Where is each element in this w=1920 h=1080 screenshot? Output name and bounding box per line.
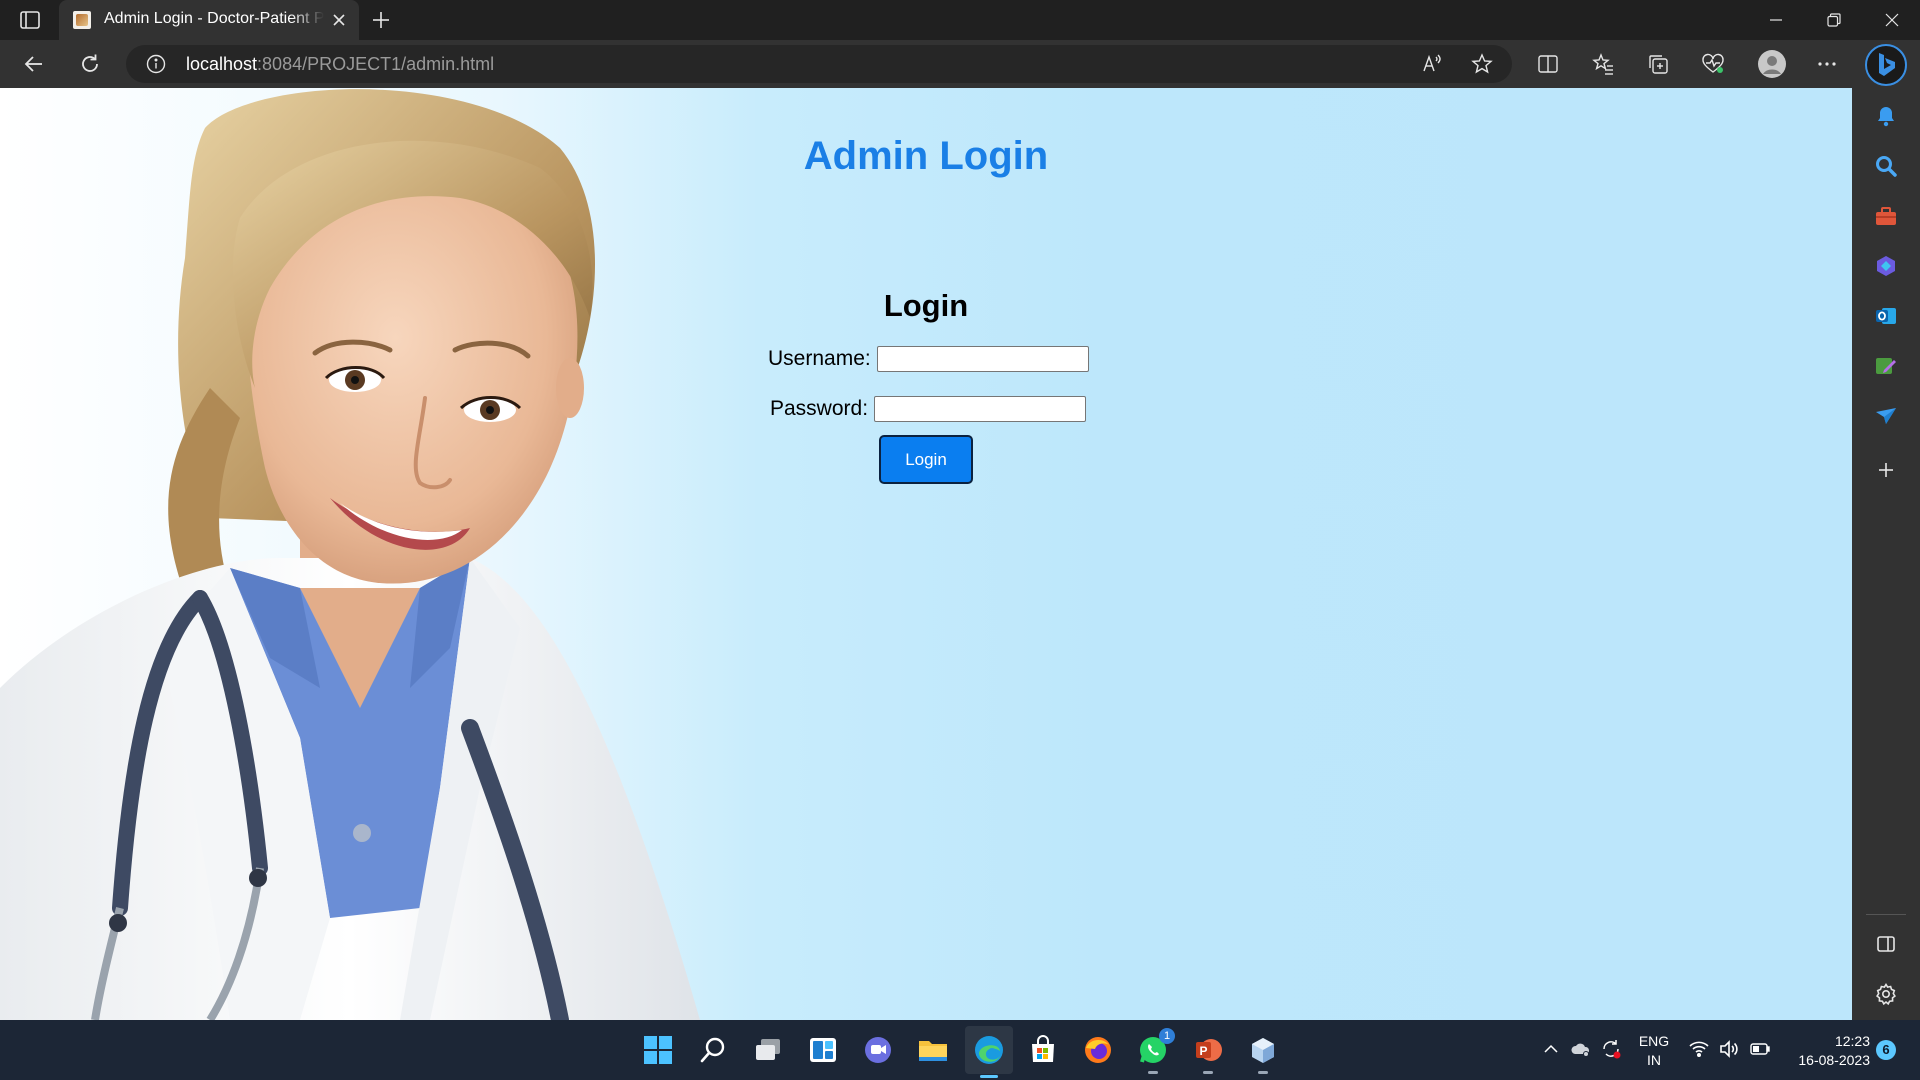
system-clock[interactable]: 12:23 16-08-2023 (1780, 1032, 1870, 1070)
password-row: Password: (770, 396, 1087, 422)
whatsapp-icon[interactable]: 1 (1135, 1028, 1175, 1074)
add-sidebar-app-icon[interactable] (1874, 458, 1898, 482)
more-menu-icon[interactable] (1813, 50, 1841, 78)
page-viewport: Admin Login Login Username: Password: Lo… (0, 88, 1852, 1020)
virtualbox-running-indicator (1258, 1071, 1268, 1074)
onedrive-cloud-icon[interactable] (1570, 1038, 1592, 1060)
browser-essentials-icon[interactable] (1699, 50, 1727, 78)
whatsapp-unread-badge: 1 (1159, 1028, 1175, 1044)
svg-text:P: P (1200, 1044, 1208, 1058)
wifi-icon[interactable] (1688, 1038, 1710, 1060)
username-row: Username: (768, 346, 1089, 372)
login-form-heading: Login (883, 288, 969, 323)
powerpoint-running-indicator (1203, 1071, 1213, 1074)
login-button[interactable]: Login (879, 435, 973, 484)
teams-chat-icon[interactable] (860, 1032, 896, 1068)
games-icon[interactable] (1874, 254, 1898, 278)
browser-tab-active[interactable]: Admin Login - Doctor-Patient Portal (59, 0, 359, 40)
close-window-icon[interactable] (1864, 0, 1920, 40)
clock-time: 12:23 (1834, 1033, 1870, 1049)
drop-edit-icon[interactable] (1874, 354, 1898, 378)
taskbar-search-icon[interactable] (695, 1032, 731, 1068)
refresh-icon[interactable] (76, 50, 104, 78)
back-icon[interactable] (20, 50, 48, 78)
tab-title: Admin Login - Doctor-Patient Portal (104, 10, 324, 27)
split-screen-icon[interactable] (1534, 50, 1562, 78)
bing-copilot-icon[interactable] (1865, 44, 1907, 86)
sidebar-settings-gear-icon[interactable] (1874, 982, 1898, 1006)
language-region: IN (1647, 1052, 1661, 1068)
send-plane-icon[interactable] (1874, 404, 1898, 428)
url-text: localhost:8084/PROJECT1/admin.html (186, 54, 494, 75)
password-label: Password: (770, 397, 869, 420)
whatsapp-running-indicator (1148, 1071, 1158, 1074)
favorites-icon[interactable] (1589, 50, 1617, 78)
page-title: Admin Login (803, 134, 1049, 178)
show-hidden-icons-chevron-icon[interactable] (1540, 1038, 1562, 1060)
notifications-bell-icon[interactable] (1874, 104, 1898, 128)
read-aloud-icon[interactable] (1418, 50, 1446, 78)
language-code: ENG (1638, 1033, 1670, 1049)
powerpoint-icon[interactable]: P (1190, 1032, 1226, 1074)
password-input[interactable] (874, 396, 1087, 422)
username-input[interactable] (876, 346, 1089, 372)
battery-icon[interactable] (1749, 1038, 1771, 1060)
virtualbox-cube-icon[interactable] (1245, 1032, 1281, 1074)
sidebar-divider (1866, 914, 1906, 915)
minimize-icon[interactable] (1748, 0, 1804, 40)
microsoft-store-icon[interactable] (1025, 1032, 1061, 1068)
doctor-photo-image (0, 89, 700, 1020)
url-path: :8084/PROJECT1/admin.html (257, 54, 495, 74)
edge-browser-icon[interactable] (965, 1026, 1013, 1078)
edge-active-indicator (980, 1075, 998, 1078)
tab-close-icon[interactable] (331, 12, 347, 28)
widgets-icon[interactable] (805, 1032, 841, 1068)
search-icon[interactable] (1874, 154, 1898, 178)
site-info-icon[interactable] (146, 54, 166, 74)
volume-speaker-icon[interactable] (1718, 1038, 1740, 1060)
tab-actions-icon[interactable] (18, 8, 42, 32)
collections-icon[interactable] (1644, 50, 1672, 78)
clock-date: 16-08-2023 (1798, 1052, 1870, 1068)
profile-avatar-icon[interactable] (1756, 48, 1788, 80)
edge-sidebar (1852, 40, 1920, 1020)
browser-toolbar: localhost:8084/PROJECT1/admin.html (0, 40, 1920, 88)
windows-start-icon[interactable] (640, 1032, 676, 1068)
address-bar[interactable]: localhost:8084/PROJECT1/admin.html (126, 45, 1512, 83)
hide-sidebar-icon[interactable] (1874, 932, 1898, 956)
new-tab-icon[interactable] (370, 9, 392, 31)
file-explorer-icon[interactable] (915, 1032, 951, 1068)
input-language-indicator[interactable]: ENG IN (1636, 1032, 1672, 1070)
sync-status-icon[interactable] (1600, 1038, 1622, 1060)
restore-icon[interactable] (1806, 0, 1862, 40)
browser-title-bar: Admin Login - Doctor-Patient Portal (0, 0, 1920, 40)
outlook-icon[interactable] (1874, 304, 1898, 328)
tab-favicon-icon (73, 11, 91, 29)
url-host: localhost (186, 54, 258, 74)
favorite-star-icon[interactable] (1468, 50, 1496, 78)
notification-count-badge[interactable]: 6 (1876, 1040, 1896, 1060)
task-view-icon[interactable] (750, 1032, 786, 1068)
username-label: Username: (768, 347, 871, 370)
tools-toolbox-icon[interactable] (1874, 204, 1898, 228)
windows-taskbar: 1 P ENG IN 12:23 16-08-2023 6 (0, 1020, 1920, 1080)
firefox-icon[interactable] (1080, 1032, 1116, 1068)
